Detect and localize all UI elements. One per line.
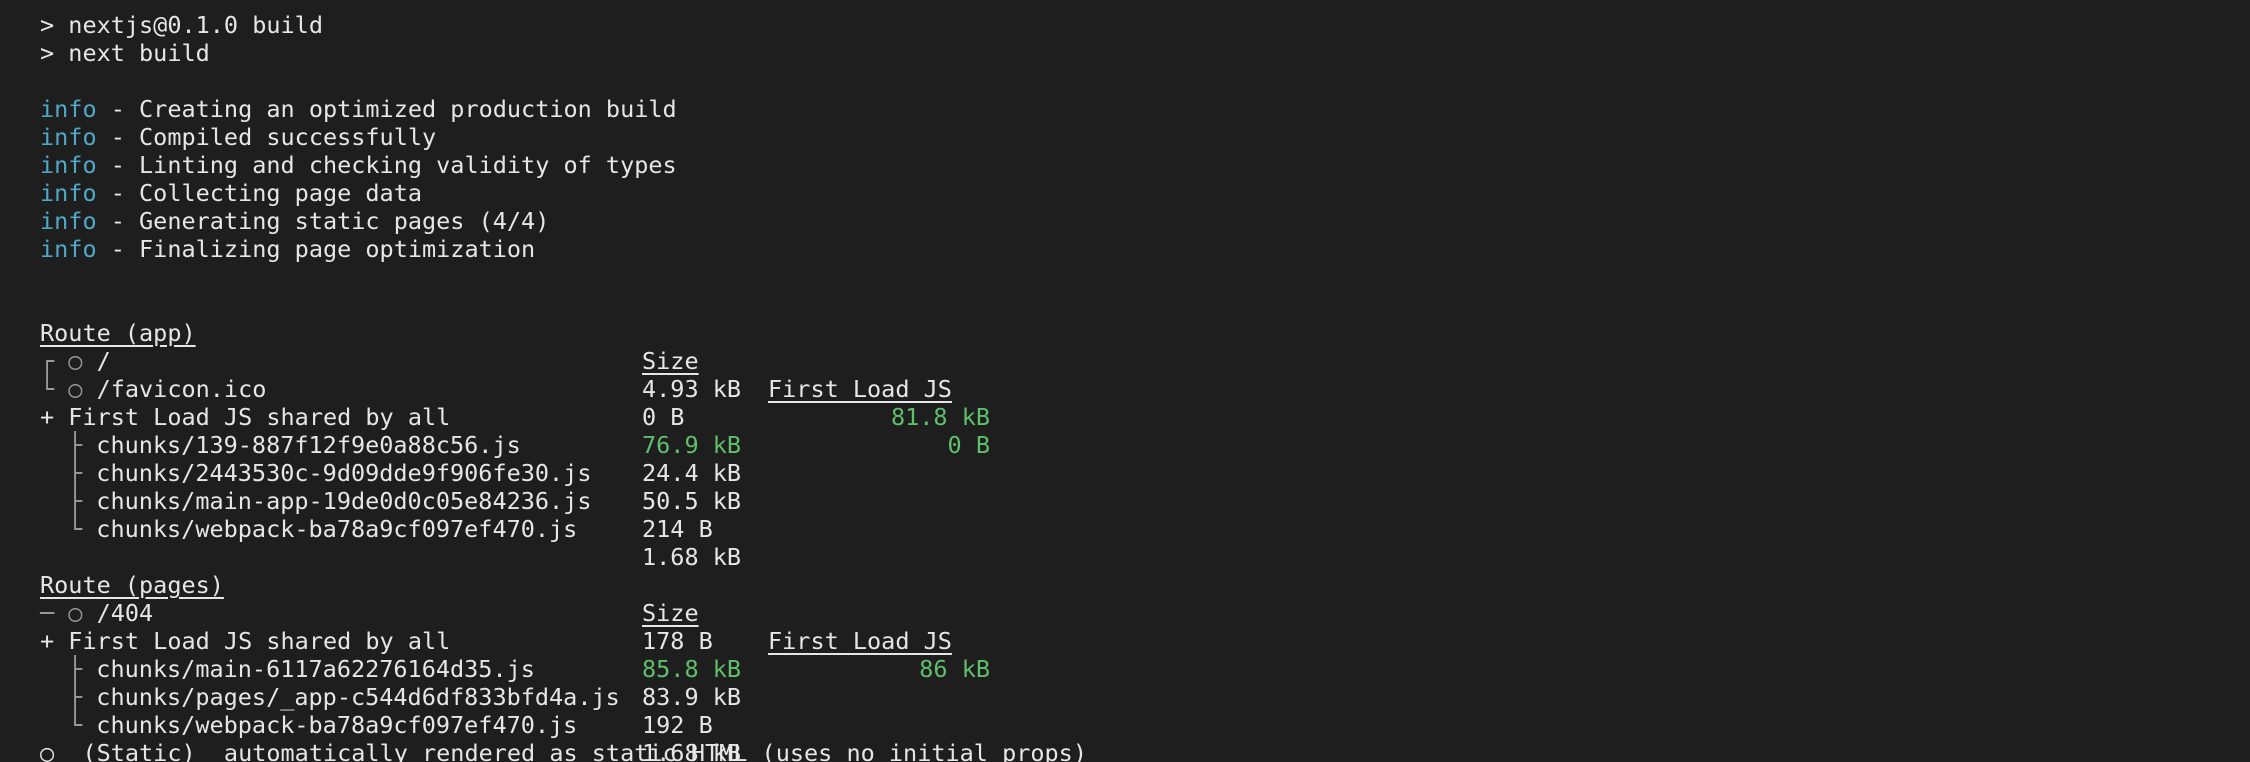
info-label: info	[40, 235, 97, 263]
terminal-window[interactable]: > nextjs@0.1.0 build > next build info -…	[0, 0, 2250, 762]
chunk-name: chunks/webpack-ba78a9cf097ef470.js	[96, 711, 578, 739]
command-line-2: > next build	[40, 39, 210, 67]
chunk-row: ├ chunks/main-app-19de0d0c05e84236.js 21…	[40, 459, 2250, 543]
info-label: info	[40, 123, 97, 151]
info-label: info	[40, 95, 97, 123]
legend-line: ○ (Static) automatically rendered as sta…	[40, 739, 1087, 762]
info-label: info	[40, 179, 97, 207]
info-line: info - Linting and checking validity of …	[40, 151, 2250, 179]
info-message: - Creating an optimized production build	[96, 95, 677, 123]
info-label: info	[40, 151, 97, 179]
info-line: info - Creating an optimized production …	[40, 95, 2250, 123]
chunk-row: └ chunks/webpack-ba78a9cf097ef470.js 1.6…	[40, 487, 2250, 571]
chunk-row: ├ chunks/139-887f12f9e0a88c56.js 24.4 kB	[40, 403, 2250, 487]
route-row: ─ ○ /404 178 B 86 kB	[40, 571, 2250, 683]
pages-table-header: Route (pages) Size First Load JS	[40, 543, 2250, 655]
command-line-1: > nextjs@0.1.0 build	[40, 11, 323, 39]
info-message: - Finalizing page optimization	[96, 235, 536, 263]
info-line: info - Collecting page data	[40, 179, 2250, 207]
route-row: └ ○ /favicon.ico 0 B 0 B	[40, 347, 2250, 459]
route-row: ┌ ○ / 4.93 kB 81.8 kB	[40, 319, 2250, 431]
chunk-row: ├ chunks/main-6117a62276164d35.js 83.9 k…	[40, 627, 2250, 711]
info-line: info - Finalizing page optimization	[40, 235, 2250, 263]
info-line: info - Generating static pages (4/4)	[40, 207, 2250, 235]
chunk-size: 214 B	[642, 515, 713, 543]
chunk-row: ├ chunks/pages/_app-c544d6df833bfd4a.js …	[40, 655, 2250, 739]
chunk-size: 192 B	[642, 711, 713, 739]
info-line: info - Compiled successfully	[40, 123, 2250, 151]
tree-branch: └	[68, 515, 97, 543]
chunk-row: ├ chunks/2443530c-9d09dde9f906fe30.js 50…	[40, 431, 2250, 515]
shared-row: + First Load JS shared by all 76.9 kB	[40, 375, 2250, 459]
info-message: - Linting and checking validity of types	[96, 151, 677, 179]
info-label: info	[40, 207, 97, 235]
info-message: - Collecting page data	[96, 179, 423, 207]
info-message: - Compiled successfully	[96, 123, 437, 151]
shared-row: + First Load JS shared by all 85.8 kB	[40, 599, 2250, 683]
app-table-header: Route (app) Size First Load JS	[40, 291, 2250, 403]
chunk-row: └ chunks/webpack-ba78a9cf097ef470.js 1.6…	[40, 683, 2250, 762]
chunk-name: chunks/webpack-ba78a9cf097ef470.js	[96, 515, 578, 543]
tree-branch: └	[68, 711, 97, 739]
info-message: - Generating static pages (4/4)	[96, 207, 550, 235]
